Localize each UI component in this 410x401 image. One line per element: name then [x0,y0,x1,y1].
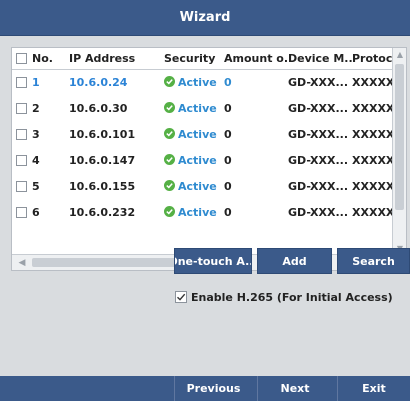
security-status: Active [178,206,217,219]
row-checkbox[interactable] [16,207,27,218]
active-check-icon [164,128,175,139]
cell-ip: 10.6.0.155 [69,180,136,193]
next-button[interactable]: Next [257,376,332,401]
row-checkbox[interactable] [16,77,27,88]
cell-amount: 0 [224,180,232,193]
table-row[interactable]: 3 10.6.0.101 Active 0 GD-XXX...XXXXXX [12,122,392,148]
active-check-icon [164,180,175,191]
vertical-scroll-thumb[interactable] [395,64,404,210]
cell-device-model: GD-XXX... [288,128,349,141]
cell-protocol: XXXXXX [352,128,392,141]
cell-no: 6 [32,206,40,219]
scroll-up-icon[interactable]: ▲ [393,48,406,62]
active-check-icon [164,76,175,87]
active-check-icon [164,206,175,217]
previous-button[interactable]: Previous [174,376,252,401]
col-protocol-header[interactable]: Protocol [352,48,392,70]
cell-protocol: XXXXXX [352,206,392,219]
cell-amount: 0 [224,102,232,115]
add-button[interactable]: Add [257,248,332,274]
cell-security: Active [164,122,224,148]
h265-label: Enable H.265 (For Initial Access) [191,290,393,304]
security-status: Active [178,102,217,115]
cell-protocol: XXXXXX [352,154,392,167]
one-touch-activate-button[interactable]: One-touch A... [174,248,252,274]
cell-security: Active [164,96,224,122]
row-checkbox[interactable] [16,181,27,192]
window-titlebar: Wizard [0,0,410,36]
device-table: No. IP Address Security Amount o... Devi… [11,47,407,271]
table-row[interactable]: 5 10.6.0.155 Active 0 GD-XXX...XXXXXX [12,174,392,200]
cell-security: Active [164,70,224,96]
cell-protocol: XXXXXX [352,102,392,115]
cell-device-model: GD-XXX... [288,102,349,115]
footer-bar: Previous Next Exit [0,376,410,401]
cell-ip: 10.6.0.232 [69,206,136,219]
row-checkbox[interactable] [16,155,27,166]
cell-device-model: GD-XXX... [288,76,349,89]
cell-no: 4 [32,154,40,167]
cell-device-model: GD-XXX... [288,180,349,193]
cell-amount: 0 [224,128,232,141]
cell-ip: 10.6.0.147 [69,154,136,167]
col-device-model-header[interactable]: Device M... [288,48,352,70]
cell-amount: 0 [224,76,232,89]
row-checkbox[interactable] [16,103,27,114]
security-status: Active [178,180,217,193]
row-checkbox[interactable] [16,129,27,140]
col-security-header[interactable]: Security [164,48,224,70]
active-check-icon [164,154,175,165]
security-status: Active [178,128,217,141]
h265-checkbox[interactable] [175,291,187,303]
table-row[interactable]: 1 10.6.0.24 Active 0 GD-XXX...XXXXXX [12,70,392,96]
cell-amount: 0 [224,154,232,167]
h265-option[interactable]: Enable H.265 (For Initial Access) [175,290,393,304]
cell-amount: 0 [224,206,232,219]
vertical-scrollbar[interactable]: ▲ ▼ [392,48,406,256]
cell-ip: 10.6.0.24 [69,76,128,89]
cell-ip: 10.6.0.101 [69,128,136,141]
cell-protocol: XXXXXX [352,76,392,89]
cell-no: 3 [32,128,40,141]
col-ip-header[interactable]: IP Address [69,48,159,70]
cell-security: Active [164,200,224,226]
cell-no: 1 [32,76,40,89]
table-row[interactable]: 2 10.6.0.30 Active 0 GD-XXX...XXXXXX [12,96,392,122]
cell-device-model: GD-XXX... [288,206,349,219]
table-row[interactable]: 4 10.6.0.147 Active 0 GD-XXX...XXXXXX [12,148,392,174]
select-all-checkbox[interactable] [16,53,27,64]
table-header: No. IP Address Security Amount o... Devi… [12,48,392,70]
security-status: Active [178,154,217,167]
cell-no: 5 [32,180,40,193]
security-status: Active [178,76,217,89]
scroll-left-icon[interactable]: ◀ [14,255,30,270]
search-button[interactable]: Search [337,248,410,274]
table-row[interactable]: 6 10.6.0.232 Active 0 GD-XXX...XXXXXX [12,200,392,226]
cell-device-model: GD-XXX... [288,154,349,167]
cell-protocol: XXXXXX [352,180,392,193]
col-amount-header[interactable]: Amount o... [224,48,292,70]
cell-no: 2 [32,102,40,115]
active-check-icon [164,102,175,113]
cell-security: Active [164,174,224,200]
window-title: Wizard [179,10,231,25]
checkmark-icon [177,293,186,301]
wizard-panel: No. IP Address Security Amount o... Devi… [0,36,410,376]
cell-ip: 10.6.0.30 [69,102,128,115]
col-no-header[interactable]: No. [32,48,62,70]
cell-security: Active [164,148,224,174]
exit-button[interactable]: Exit [337,376,410,401]
